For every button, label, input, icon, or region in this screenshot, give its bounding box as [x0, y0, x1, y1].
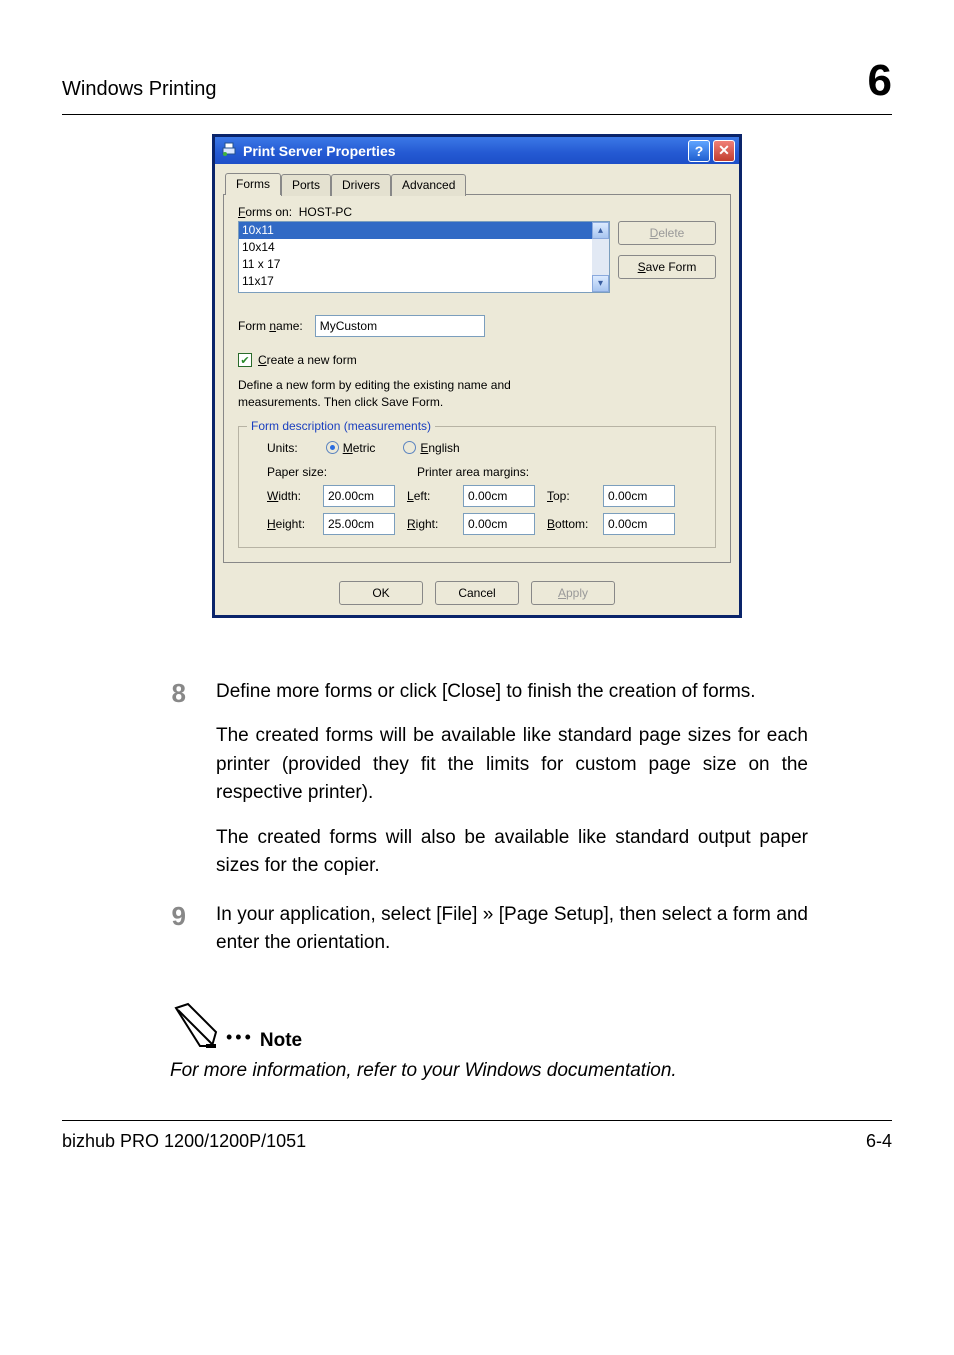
- tab-forms[interactable]: Forms: [225, 173, 281, 195]
- pen-icon: [170, 1002, 220, 1052]
- note-text: For more information, refer to your Wind…: [170, 1060, 892, 1082]
- form-description-fieldset: Form description (measurements) Units: M…: [238, 426, 716, 548]
- scroll-up-icon[interactable]: ▴: [592, 222, 609, 239]
- list-item[interactable]: 11x17: [239, 273, 592, 290]
- note-dots-icon: •••: [226, 1027, 254, 1048]
- note-label: Note: [260, 1030, 302, 1052]
- cancel-button[interactable]: Cancel: [435, 581, 519, 605]
- forms-tab-panel: Forms on: HOST-PC 10x11 10x14 11 x 17 11…: [223, 194, 731, 563]
- forms-on-label: Forms on: HOST-PC: [238, 205, 716, 219]
- scroll-down-icon[interactable]: ▾: [592, 275, 609, 292]
- width-input[interactable]: 20.00cm: [323, 485, 395, 507]
- ok-button[interactable]: OK: [339, 581, 423, 605]
- height-label: Height:: [267, 517, 315, 531]
- step8-para3: The created forms will also be available…: [216, 824, 808, 881]
- left-label: Left:: [407, 489, 455, 503]
- apply-button[interactable]: Apply: [531, 581, 615, 605]
- define-description: Define a new form by editing the existin…: [238, 377, 716, 412]
- dialog-button-row: OK Cancel Apply: [215, 573, 739, 615]
- paper-size-label: Paper size:: [267, 465, 417, 479]
- footer-product: bizhub PRO 1200/1200P/1051: [62, 1131, 306, 1152]
- height-input[interactable]: 25.00cm: [323, 513, 395, 535]
- close-button[interactable]: ✕: [713, 140, 735, 162]
- tab-ports[interactable]: Ports: [281, 174, 331, 196]
- units-english-radio[interactable]: English: [403, 441, 459, 455]
- tab-advanced[interactable]: Advanced: [391, 174, 466, 196]
- dialog-title: Print Server Properties: [243, 143, 685, 159]
- form-name-input[interactable]: MyCustom: [315, 315, 485, 337]
- printer-icon: [221, 141, 237, 160]
- units-metric-radio[interactable]: Metric: [326, 441, 376, 455]
- left-input[interactable]: 0.00cm: [463, 485, 535, 507]
- step8-para2: The created forms will be available like…: [216, 722, 808, 808]
- fieldset-legend: Form description (measurements): [247, 419, 435, 433]
- divider: [62, 1120, 892, 1121]
- step9-para1: In your application, select [File] » [Pa…: [216, 901, 808, 958]
- list-item[interactable]: 11 x 17: [239, 256, 592, 273]
- forms-listbox[interactable]: 10x11 10x14 11 x 17 11x17 ▴ ▾: [238, 221, 610, 293]
- printer-margins-label: Printer area margins:: [417, 465, 529, 479]
- list-item[interactable]: 10x11: [239, 222, 592, 239]
- units-label: Units:: [267, 441, 298, 455]
- running-header: Windows Printing: [62, 78, 217, 101]
- note-heading-row: ••• Note: [170, 1002, 892, 1052]
- tab-drivers[interactable]: Drivers: [331, 174, 391, 196]
- help-button[interactable]: ?: [688, 140, 710, 162]
- create-new-form-label: Create a new form: [258, 353, 357, 367]
- step-number-9: 9: [162, 901, 186, 958]
- bottom-input[interactable]: 0.00cm: [603, 513, 675, 535]
- bottom-label: Bottom:: [547, 517, 595, 531]
- right-label: Right:: [407, 517, 455, 531]
- print-server-properties-dialog: Print Server Properties ? ✕ Forms Ports …: [212, 137, 742, 618]
- top-input[interactable]: 0.00cm: [603, 485, 675, 507]
- step-number-8: 8: [162, 678, 186, 881]
- footer-page: 6-4: [866, 1131, 892, 1152]
- form-name-label: Form name:: [238, 319, 303, 333]
- step8-para1: Define more forms or click [Close] to fi…: [216, 678, 808, 707]
- list-item[interactable]: 10x14: [239, 239, 592, 256]
- delete-button[interactable]: Delete: [618, 221, 716, 245]
- create-new-form-checkbox[interactable]: ✔: [238, 353, 252, 367]
- tab-bar: Forms Ports Drivers Advanced: [225, 172, 739, 194]
- save-form-button[interactable]: Save Form: [618, 255, 716, 279]
- titlebar: Print Server Properties ? ✕: [212, 134, 742, 164]
- chapter-number: 6: [868, 56, 892, 106]
- scrollbar[interactable]: ▴ ▾: [592, 222, 609, 292]
- divider: [62, 114, 892, 115]
- width-label: Width:: [267, 489, 315, 503]
- right-input[interactable]: 0.00cm: [463, 513, 535, 535]
- top-label: Top:: [547, 489, 595, 503]
- scroll-thumb[interactable]: [592, 239, 609, 275]
